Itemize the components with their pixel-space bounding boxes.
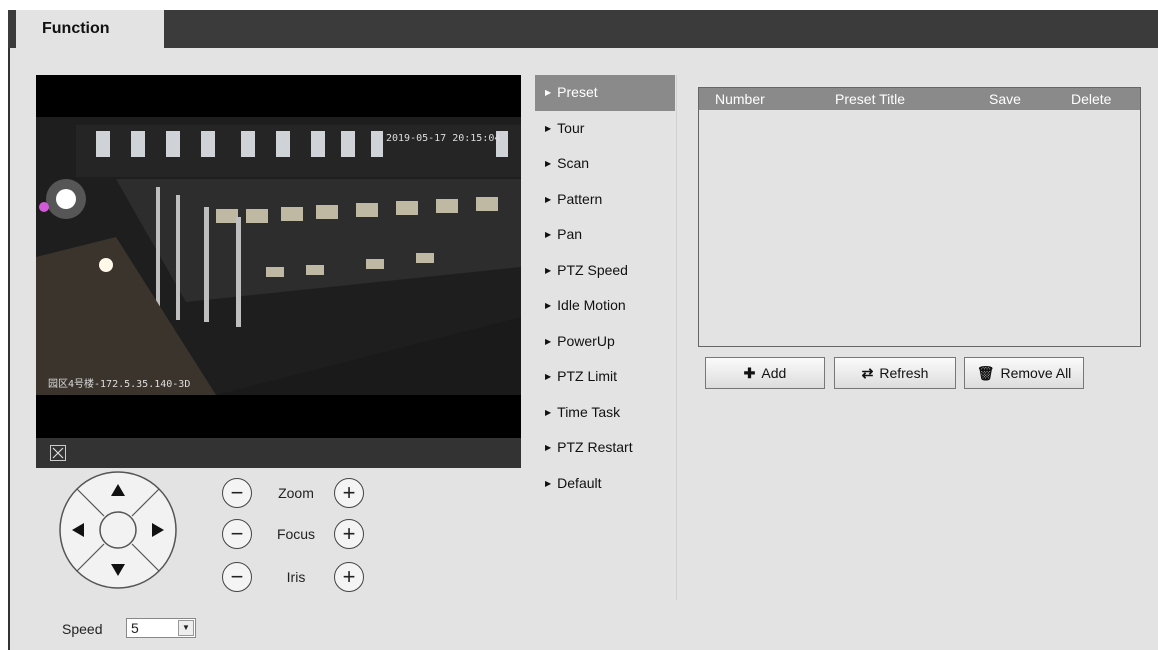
ptz-center-button[interactable] — [99, 511, 137, 549]
purple-light — [39, 202, 49, 212]
menu-item-ptz-restart[interactable]: ▶ PTZ Restart — [535, 430, 675, 466]
menu-item-tour[interactable]: ▶ Tour — [535, 111, 675, 147]
trash-icon: 🗑 — [976, 365, 995, 381]
camera-scene — [36, 117, 521, 395]
focus-control: − Focus + — [222, 519, 372, 553]
caret-right-icon: ▶ — [545, 194, 552, 204]
video-toolbar — [36, 438, 521, 468]
column-delete: Delete — [1071, 91, 1112, 107]
refresh-button[interactable]: ⇄ Refresh — [834, 357, 956, 389]
add-button[interactable]: ✚ Add — [705, 357, 825, 389]
menu-item-pattern[interactable]: ▶ Pattern — [535, 182, 675, 218]
caret-right-icon: ▶ — [545, 265, 552, 275]
focus-minus-button[interactable]: − — [222, 519, 252, 549]
menu-item-default[interactable]: ▶ Default — [535, 466, 675, 502]
plus-icon: ✚ — [743, 365, 756, 381]
street-lamp — [99, 258, 113, 272]
caret-right-icon: ▶ — [545, 230, 552, 239]
iris-label: Iris — [286, 569, 306, 585]
ptz-direction-pad — [59, 471, 177, 589]
column-preset-title: Preset Title — [835, 91, 906, 107]
column-save: Save — [989, 91, 1021, 107]
zoom-in-button[interactable]: + — [334, 478, 364, 508]
osd-datetime: 2019-05-17 20:15:04 — [386, 133, 501, 144]
tab-function[interactable]: Function — [16, 10, 164, 48]
ptz-function-menu: ▶ Preset ▶ Tour ▶ Scan ▶ Pattern ▶ Pan ▶ PTZ S… — [535, 75, 675, 501]
fit-window-icon[interactable] — [50, 445, 66, 461]
caret-right-icon: ▶ — [545, 336, 552, 346]
lamp-glow — [46, 179, 86, 219]
caret-right-icon: ▶ — [545, 407, 552, 417]
zoom-control: − Zoom + — [222, 478, 372, 512]
column-number: Number — [715, 91, 765, 107]
zoom-label: Zoom — [278, 485, 314, 501]
caret-right-icon: ▶ — [545, 159, 552, 168]
menu-item-powerup[interactable]: ▶ PowerUp — [535, 324, 675, 360]
menu-item-ptz-limit[interactable]: ▶ PTZ Limit — [535, 359, 675, 395]
caret-right-icon: ▶ — [545, 372, 552, 381]
menu-item-scan[interactable]: ▶ Scan — [535, 146, 675, 182]
caret-right-icon: ▶ — [545, 88, 552, 97]
caret-right-icon: ▶ — [545, 443, 552, 452]
remove-all-button[interactable]: 🗑 Remove All — [964, 357, 1084, 389]
left-border — [8, 48, 10, 650]
iris-control: − Iris + — [222, 562, 372, 596]
speed-label: Speed — [62, 621, 103, 637]
menu-item-idle-motion[interactable]: ▶ Idle Motion — [535, 288, 675, 324]
menu-item-time-task[interactable]: ▶ Time Task — [535, 395, 675, 431]
focus-plus-button[interactable]: + — [334, 519, 364, 549]
speed-value: 5 — [131, 620, 139, 636]
preset-table: Number Preset Title Save Delete — [698, 87, 1141, 347]
speed-select[interactable]: 5 ▼ — [126, 618, 196, 638]
menu-item-ptz-speed[interactable]: ▶ PTZ Speed — [535, 253, 675, 289]
chevron-down-icon[interactable]: ▼ — [178, 620, 194, 636]
caret-right-icon: ▶ — [545, 478, 552, 488]
live-video-view[interactable]: 2019-05-17 20:15:04 园区4号楼-172.5.35.140-3… — [36, 75, 521, 438]
caret-right-icon: ▶ — [545, 123, 552, 133]
caret-right-icon: ▶ — [545, 301, 552, 310]
osd-location: 园区4号楼-172.5.35.140-3D — [48, 379, 191, 390]
refresh-icon: ⇄ — [861, 365, 874, 381]
menu-item-pan[interactable]: ▶ Pan — [535, 217, 675, 253]
zoom-out-button[interactable]: − — [222, 478, 252, 508]
top-bar: Function — [8, 10, 1158, 48]
menu-item-preset[interactable]: ▶ Preset — [535, 75, 675, 111]
iris-minus-button[interactable]: − — [222, 562, 252, 592]
iris-plus-button[interactable]: + — [334, 562, 364, 592]
menu-divider — [676, 75, 677, 600]
table-header: Number Preset Title Save Delete — [699, 88, 1140, 110]
focus-label: Focus — [276, 526, 316, 542]
